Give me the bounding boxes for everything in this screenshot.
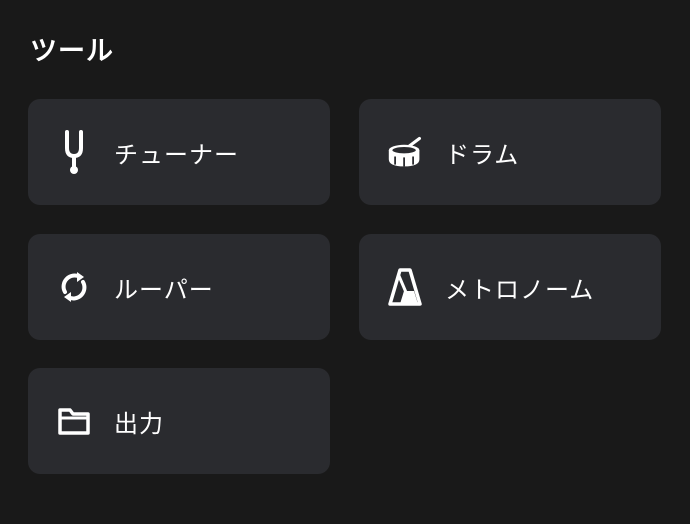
looper-button[interactable]: ルーパー bbox=[28, 234, 330, 340]
drum-icon bbox=[387, 130, 423, 174]
metronome-label: メトロノーム bbox=[445, 275, 595, 304]
tuning-fork-icon bbox=[56, 130, 92, 174]
tuner-label: チューナー bbox=[114, 140, 239, 169]
tuner-button[interactable]: チューナー bbox=[28, 99, 330, 205]
drum-label: ドラム bbox=[445, 140, 520, 169]
output-button[interactable]: 出力 bbox=[28, 368, 330, 474]
section-title: ツール bbox=[30, 36, 114, 67]
drum-button[interactable]: ドラム bbox=[359, 99, 661, 205]
output-label: 出力 bbox=[114, 409, 164, 438]
metronome-icon bbox=[387, 265, 423, 309]
metronome-button[interactable]: メトロノーム bbox=[359, 234, 661, 340]
folder-icon bbox=[56, 399, 92, 443]
looper-label: ルーパー bbox=[114, 275, 214, 304]
loop-icon bbox=[56, 265, 92, 309]
